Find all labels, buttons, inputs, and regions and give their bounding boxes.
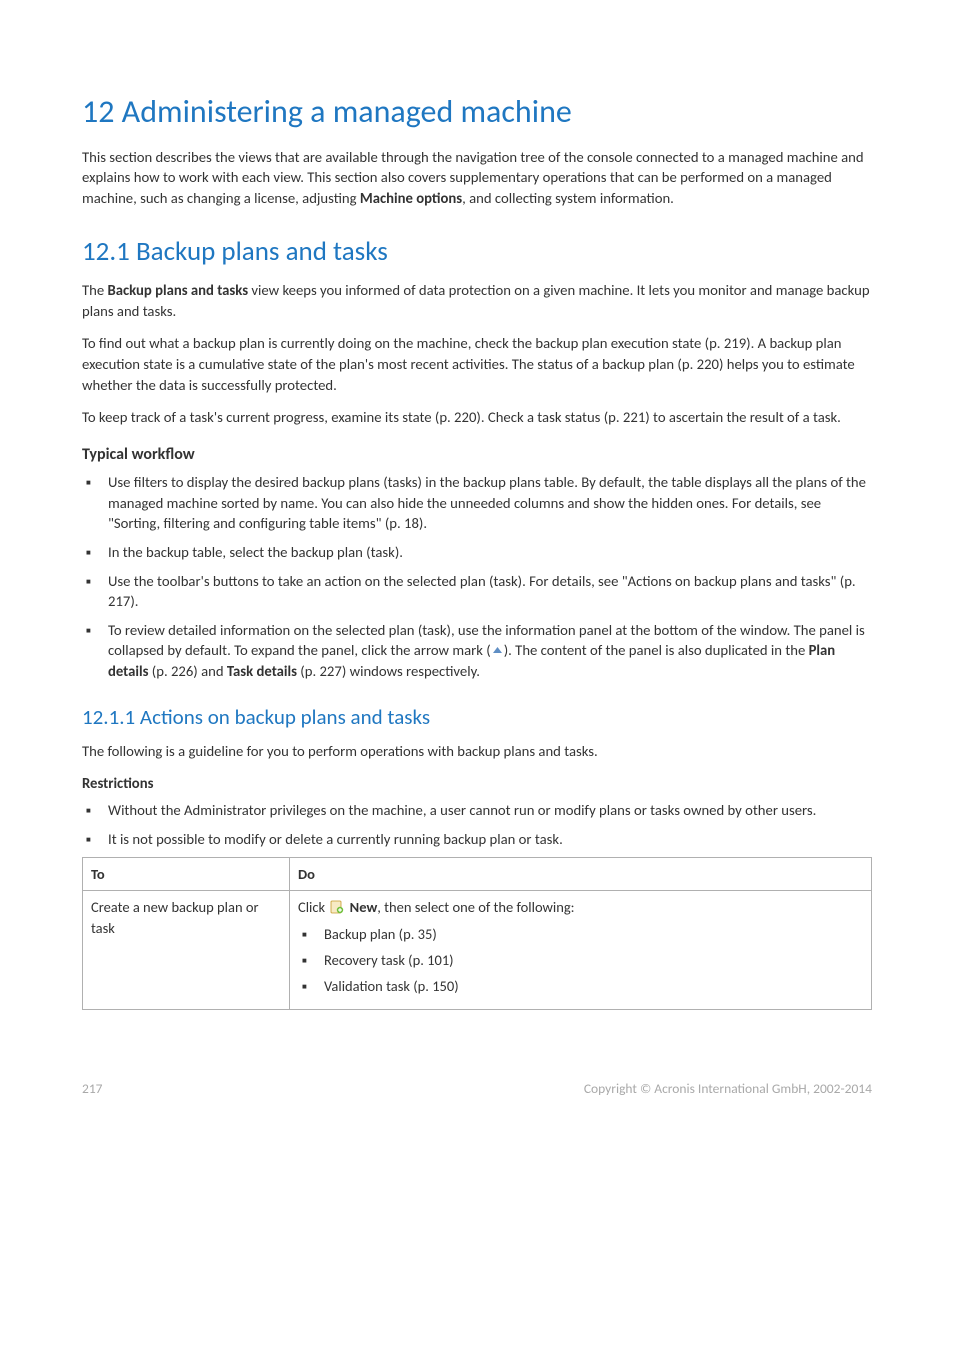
- task-details-term: Task details: [227, 662, 297, 680]
- list-item: Use filters to display the desired backu…: [82, 472, 872, 534]
- backup-plans-term: Backup plans and tasks: [108, 281, 249, 299]
- text: ). The content of the panel is also dupl…: [504, 641, 809, 659]
- text: (p. 226) and: [148, 662, 226, 680]
- list-item: Validation task (p. 150): [298, 976, 863, 996]
- copyright-text: Copyright © Acronis International GmbH, …: [584, 1080, 872, 1099]
- column-header-do: Do: [290, 858, 872, 891]
- list-item: It is not possible to modify or delete a…: [82, 829, 872, 850]
- new-term: New: [350, 898, 378, 916]
- paragraph: The following is a guideline for you to …: [82, 741, 872, 762]
- list-item: Backup plan (p. 35): [298, 924, 863, 944]
- text: Click: [298, 898, 328, 916]
- expand-arrow-icon: [492, 641, 503, 652]
- actions-table: To Do Create a new backup plan or task C…: [82, 857, 872, 1009]
- table-header-row: To Do: [83, 858, 872, 891]
- text: (p. 227) windows respectively.: [297, 662, 480, 680]
- list-item: Use the toolbar's buttons to take an act…: [82, 571, 872, 612]
- restrictions-list: Without the Administrator privileges on …: [82, 800, 872, 849]
- cell-to: Create a new backup plan or task: [83, 891, 290, 1009]
- paragraph: To keep track of a task's current progre…: [82, 407, 872, 428]
- typical-workflow-heading: Typical workflow: [82, 444, 872, 466]
- do-sublist: Backup plan (p. 35) Recovery task (p. 10…: [298, 924, 863, 997]
- text: The: [82, 281, 108, 299]
- paragraph: The Backup plans and tasks view keeps yo…: [82, 280, 872, 321]
- section-heading-12-1: 12.1 Backup plans and tasks: [82, 233, 872, 271]
- restrictions-heading: Restrictions: [82, 773, 872, 794]
- workflow-list: Use filters to display the desired backu…: [82, 472, 872, 681]
- page-footer: 217 Copyright © Acronis International Gm…: [0, 1050, 954, 1137]
- list-item: In the backup table, select the backup p…: [82, 542, 872, 563]
- page-number: 217: [82, 1080, 103, 1099]
- text: , then select one of the following:: [377, 898, 574, 916]
- list-item: To review detailed information on the se…: [82, 620, 872, 682]
- text: , and collecting system information.: [462, 189, 674, 207]
- new-document-icon: [330, 899, 344, 913]
- intro-paragraph: This section describes the views that ar…: [82, 147, 872, 209]
- machine-options-term: Machine options: [360, 189, 462, 207]
- column-header-to: To: [83, 858, 290, 891]
- paragraph: To find out what a backup plan is curren…: [82, 333, 872, 395]
- list-item: Recovery task (p. 101): [298, 950, 863, 970]
- section-heading-12-1-1: 12.1.1 Actions on backup plans and tasks: [82, 703, 872, 732]
- table-row: Create a new backup plan or task Click N…: [83, 891, 872, 1009]
- section-heading-12: 12 Administering a managed machine: [82, 90, 872, 135]
- cell-do: Click New, then select one of the follow…: [290, 891, 872, 1009]
- list-item: Without the Administrator privileges on …: [82, 800, 872, 821]
